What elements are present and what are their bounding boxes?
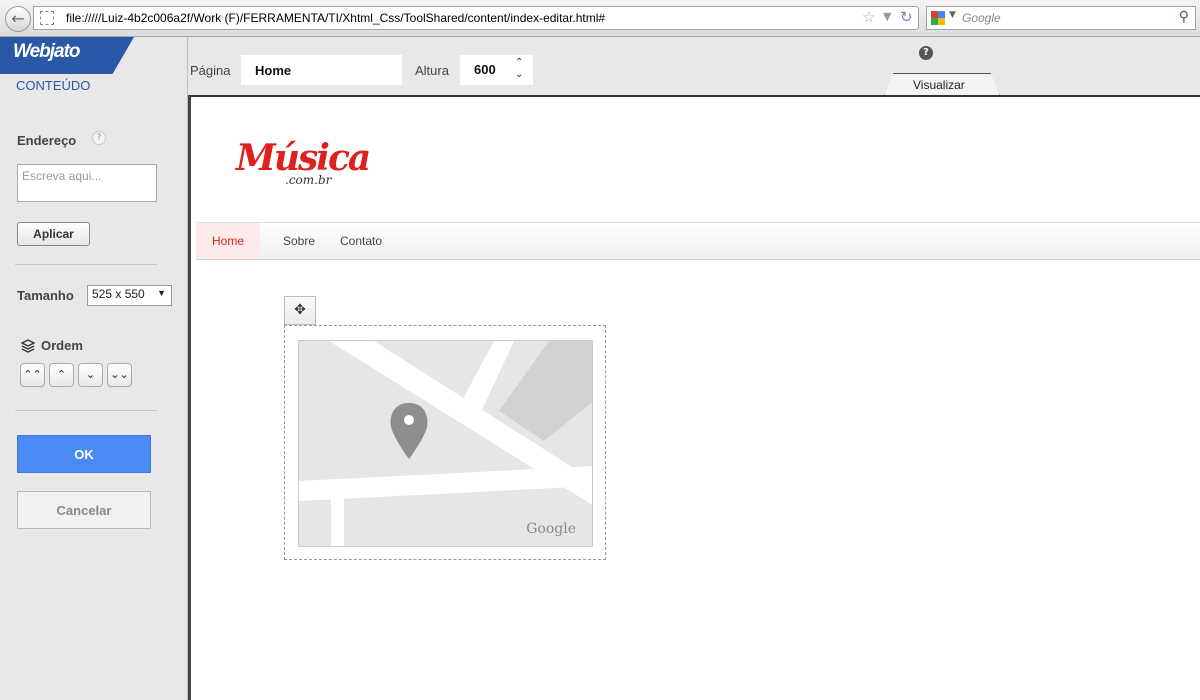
url-bar[interactable]: file://///Luiz-4b2c006a2f/Work (F)/FERRA…: [33, 6, 919, 30]
search-engine-dropdown-icon[interactable]: ▼: [949, 10, 956, 20]
spin-up-icon[interactable]: ⌃: [515, 57, 523, 68]
back-arrow-icon[interactable]: ←: [5, 6, 31, 32]
spin-down-icon[interactable]: ⌄: [515, 69, 523, 80]
size-label: Tamanho: [17, 288, 74, 303]
help-icon[interactable]: ?: [92, 131, 106, 145]
map-widget-frame[interactable]: Google: [284, 325, 606, 560]
nav-item-home[interactable]: Home: [196, 223, 260, 259]
divider: [15, 410, 157, 411]
divider: [15, 264, 157, 265]
site-logo-sub: .com.br: [285, 173, 332, 187]
height-label: Altura: [415, 63, 449, 78]
send-backward-button[interactable]: ⌄: [78, 363, 103, 387]
webjato-logo: Webjato: [0, 37, 134, 74]
logo-text: Webjato: [13, 41, 81, 62]
map-attribution: Google: [526, 521, 576, 537]
bring-forward-button[interactable]: ⌃: [49, 363, 74, 387]
preview-tab-label[interactable]: Visualizar: [913, 78, 965, 92]
reload-icon[interactable]: ↻: [900, 8, 913, 26]
url-text[interactable]: file://///Luiz-4b2c006a2f/Work (F)/FERRA…: [66, 11, 605, 25]
nav-item-sobre[interactable]: Sobre: [283, 223, 315, 259]
chevron-up-icon: ⌃: [56, 368, 67, 381]
move-icon[interactable]: ✥: [284, 296, 316, 325]
site-identity-icon[interactable]: [40, 11, 54, 25]
double-chevron-up-icon: ⌃⌃: [23, 368, 42, 381]
google-icon[interactable]: [930, 10, 946, 26]
address-label: Endereço: [17, 133, 77, 148]
height-value[interactable]: 600: [474, 62, 496, 77]
height-stepper[interactable]: 600 ⌃ ⌄: [460, 55, 533, 85]
bring-to-front-button[interactable]: ⌃⌃: [20, 363, 45, 387]
search-icon[interactable]: ⚲: [1179, 9, 1189, 25]
site-logo[interactable]: Música .com.br: [236, 137, 371, 187]
history-dropdown-icon[interactable]: ▼: [883, 10, 891, 23]
ok-button[interactable]: OK: [17, 435, 151, 473]
page-field[interactable]: [241, 55, 402, 85]
chevron-down-icon: ⌄: [85, 368, 96, 381]
address-input[interactable]: [17, 164, 157, 202]
bookmark-star-icon[interactable]: ☆: [862, 8, 875, 26]
dropdown-arrow-icon: ▼: [157, 288, 166, 298]
cancel-button[interactable]: Cancelar: [17, 491, 151, 529]
map-placeholder[interactable]: Google: [298, 340, 593, 547]
size-select-value: 525 x 550: [92, 287, 145, 301]
page-canvas: Música .com.br Home Sobre Contato ✥ Goog…: [188, 95, 1200, 700]
site-nav: Home Sobre Contato: [196, 222, 1200, 260]
browser-toolbar: ← file://///Luiz-4b2c006a2f/Work (F)/FER…: [0, 0, 1200, 37]
browser-search-box[interactable]: ▼ Google ⚲: [926, 6, 1196, 30]
double-chevron-down-icon: ⌄⌄: [110, 368, 129, 381]
apply-button[interactable]: Aplicar: [17, 222, 90, 246]
send-to-back-button[interactable]: ⌄⌄: [107, 363, 132, 387]
size-select[interactable]: 525 x 550 ▼: [87, 285, 172, 306]
nav-item-contato[interactable]: Contato: [340, 223, 382, 259]
search-placeholder: Google: [962, 11, 1001, 25]
page-label: Página: [190, 63, 231, 78]
order-label: Ordem: [41, 338, 83, 353]
map-illustration: [299, 341, 592, 546]
section-title: CONTEÚDO: [16, 78, 91, 93]
layers-icon: [20, 339, 36, 353]
editor-sidebar: Webjato CONTEÚDO Endereço ? Aplicar Tama…: [0, 37, 188, 700]
question-mark-icon[interactable]: ?: [919, 46, 933, 60]
